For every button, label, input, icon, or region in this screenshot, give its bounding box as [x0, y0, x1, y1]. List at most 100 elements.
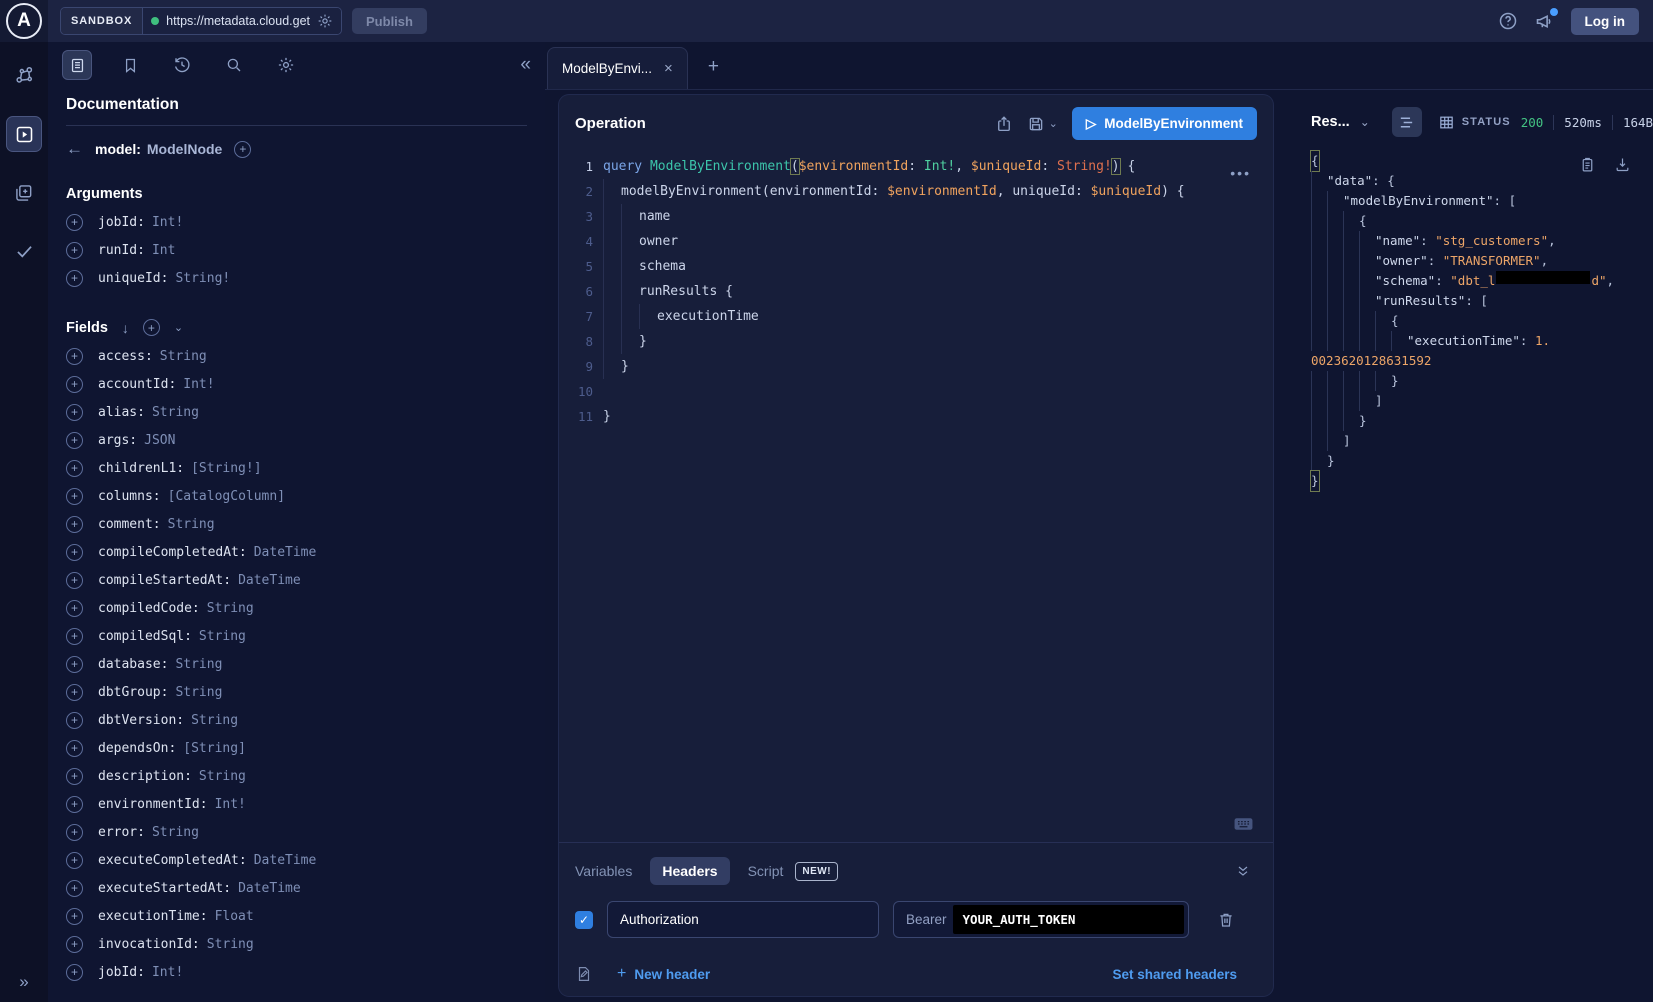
response-menu-chevron-icon[interactable]: ⌄ [1360, 115, 1370, 129]
endpoint-url-box[interactable]: https://metadata.cloud.get [143, 8, 341, 34]
field-name[interactable]: description: [98, 769, 192, 784]
field-name[interactable]: dbtVersion: [98, 713, 184, 728]
field-name[interactable]: environmentId: [98, 797, 208, 812]
expand-rail-icon[interactable]: » [0, 972, 48, 992]
field-type[interactable]: String [207, 601, 254, 616]
add-field-to-query-icon[interactable]: + [66, 852, 83, 869]
download-response-icon[interactable] [1614, 156, 1631, 173]
new-tab-icon[interactable]: + [702, 55, 725, 79]
help-icon[interactable] [1498, 11, 1518, 31]
field-name[interactable]: columns: [98, 489, 161, 504]
field-type[interactable]: String [152, 405, 199, 420]
field-name[interactable]: database: [98, 657, 168, 672]
field-name[interactable]: compiledSql: [98, 629, 192, 644]
checks-icon[interactable] [7, 234, 41, 268]
field-type[interactable]: DateTime [254, 853, 317, 868]
response-title[interactable]: Res... [1311, 114, 1350, 130]
field-type[interactable]: [String!] [191, 461, 261, 476]
add-field-to-query-icon[interactable]: + [66, 908, 83, 925]
field-type[interactable]: Int! [152, 965, 183, 980]
delete-header-icon[interactable] [1211, 910, 1241, 930]
field-name[interactable]: jobId: [98, 965, 145, 980]
back-arrow-icon[interactable]: ← [66, 139, 83, 159]
login-button[interactable]: Log in [1571, 8, 1640, 35]
field-type[interactable]: String [191, 713, 238, 728]
response-json[interactable]: {"data": {"modelByEnvironment": [{"name"… [1311, 151, 1653, 491]
header-value-input[interactable]: Bearer YOUR_AUTH_TOKEN [893, 901, 1189, 938]
apollo-logo-icon[interactable]: A [6, 3, 42, 39]
explorer-settings-gear-icon[interactable] [272, 51, 300, 79]
format-table-icon[interactable] [1432, 107, 1462, 137]
add-field-to-query-icon[interactable]: + [66, 796, 83, 813]
tab-variables[interactable]: Variables [575, 863, 632, 879]
field-type[interactable]: String [175, 657, 222, 672]
field-name[interactable]: comment: [98, 517, 161, 532]
field-type[interactable]: DateTime [238, 881, 301, 896]
add-field-to-query-icon[interactable]: + [66, 404, 83, 421]
add-field-to-query-icon[interactable]: + [66, 348, 83, 365]
field-name[interactable]: childrenL1: [98, 461, 184, 476]
set-shared-headers-button[interactable]: Set shared headers [1106, 966, 1243, 983]
auth-token-value[interactable]: YOUR_AUTH_TOKEN [953, 905, 1184, 934]
header-enabled-checkbox[interactable]: ✓ [575, 911, 593, 929]
share-operation-icon[interactable] [995, 115, 1013, 133]
add-field-to-query-icon[interactable]: + [66, 600, 83, 617]
field-type[interactable]: String! [175, 271, 230, 286]
add-field-to-query-icon[interactable]: + [66, 432, 83, 449]
add-field-to-query-icon[interactable]: + [66, 768, 83, 785]
add-field-to-query-icon[interactable]: + [66, 880, 83, 897]
save-operation-icon[interactable] [1027, 115, 1045, 133]
field-type[interactable]: String [175, 685, 222, 700]
field-type[interactable]: String [160, 349, 207, 364]
add-field-to-query-icon[interactable]: + [66, 936, 83, 953]
add-field-to-query-icon[interactable]: + [66, 516, 83, 533]
add-field-to-query-icon[interactable]: + [66, 684, 83, 701]
field-type[interactable]: String [168, 517, 215, 532]
field-name[interactable]: executeStartedAt: [98, 881, 231, 896]
format-pretty-icon[interactable] [1392, 107, 1422, 137]
add-field-to-query-icon[interactable]: + [66, 544, 83, 561]
field-name[interactable]: invocationId: [98, 937, 200, 952]
history-icon[interactable] [168, 51, 196, 79]
field-type[interactable]: Int! [183, 377, 214, 392]
field-name[interactable]: uniqueId: [98, 271, 168, 286]
announcements-megaphone-icon[interactable] [1534, 11, 1555, 32]
add-field-to-query-icon[interactable]: + [66, 376, 83, 393]
publish-button[interactable]: Publish [352, 8, 427, 34]
breadcrumb-type-name[interactable]: ModelNode [147, 141, 222, 157]
saved-operations-bookmark-icon[interactable] [116, 51, 144, 79]
add-field-to-query-icon[interactable]: + [66, 270, 83, 287]
field-name[interactable]: jobId: [98, 215, 145, 230]
add-field-to-query-icon[interactable]: + [66, 488, 83, 505]
field-type[interactable]: [CatalogColumn] [168, 489, 285, 504]
field-type[interactable]: JSON [144, 433, 175, 448]
field-type[interactable]: String [207, 937, 254, 952]
field-type[interactable]: String [152, 825, 199, 840]
search-icon[interactable] [220, 51, 248, 79]
add-field-to-query-icon[interactable]: + [66, 712, 83, 729]
field-name[interactable]: args: [98, 433, 137, 448]
header-key-input[interactable] [607, 901, 879, 938]
add-field-to-query-icon[interactable]: + [66, 656, 83, 673]
new-header-button[interactable]: + New header [611, 964, 716, 984]
add-field-to-query-icon[interactable]: + [66, 460, 83, 477]
chevron-down-icon[interactable]: ⌄ [174, 321, 183, 334]
add-all-fields-icon[interactable]: + [143, 319, 160, 336]
explorer-tab-icon[interactable] [6, 116, 42, 152]
field-name[interactable]: executeCompletedAt: [98, 853, 247, 868]
field-name[interactable]: compileCompletedAt: [98, 545, 247, 560]
add-field-to-query-icon[interactable]: + [66, 214, 83, 231]
operation-tab[interactable]: ModelByEnvi... × [547, 47, 688, 89]
schema-graph-icon[interactable] [7, 58, 41, 92]
keyboard-shortcuts-icon[interactable] [1228, 816, 1259, 832]
save-menu-chevron-icon[interactable]: ⌄ [1049, 117, 1058, 130]
field-type[interactable]: Int! [215, 797, 246, 812]
field-name[interactable]: alias: [98, 405, 145, 420]
add-field-to-query-icon[interactable]: + [66, 572, 83, 589]
field-name[interactable]: compiledCode: [98, 601, 200, 616]
field-name[interactable]: dependsOn: [98, 741, 176, 756]
field-name[interactable]: runId: [98, 243, 145, 258]
field-type[interactable]: Int! [152, 215, 183, 230]
collections-icon[interactable] [7, 176, 41, 210]
add-field-to-query-icon[interactable]: + [66, 740, 83, 757]
